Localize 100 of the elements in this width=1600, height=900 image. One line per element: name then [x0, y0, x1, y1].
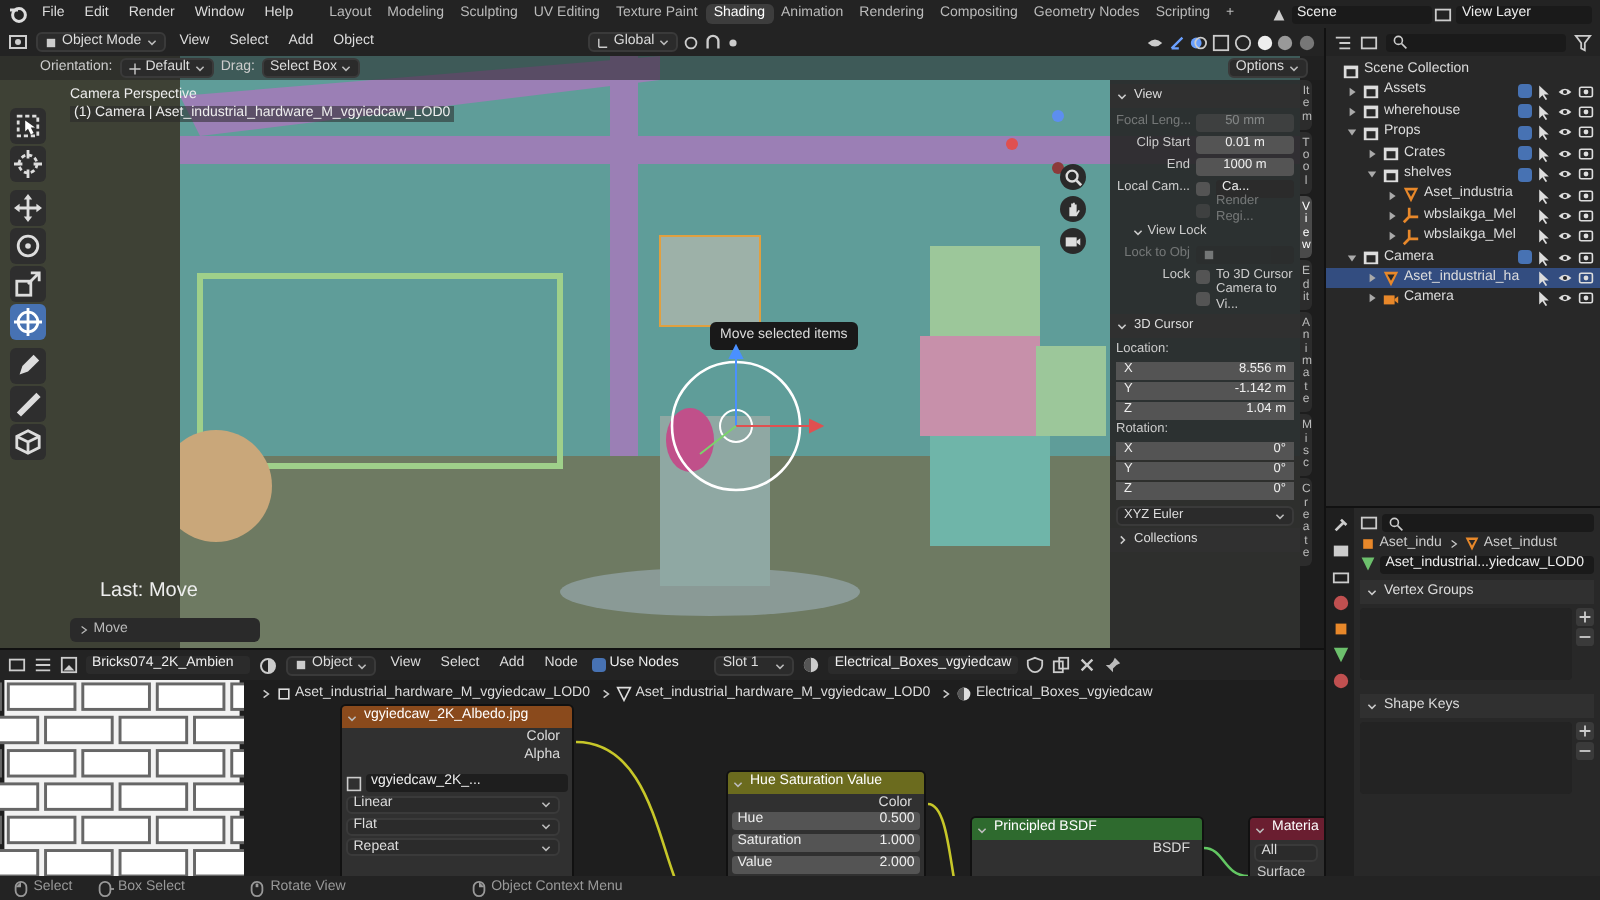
collection-icon	[1362, 248, 1380, 267]
image-icon[interactable]	[60, 656, 78, 674]
checkbox[interactable]	[1196, 291, 1210, 305]
eye-icon[interactable]	[1556, 124, 1574, 141]
expand-arrow-icon[interactable]	[1366, 147, 1378, 160]
duplicate-icon[interactable]	[1051, 656, 1070, 674]
close-icon[interactable]	[1077, 656, 1096, 674]
world-icon-tab[interactable]	[1331, 594, 1349, 612]
tool-button[interactable]	[10, 424, 46, 460]
camera-icon[interactable]	[1578, 166, 1594, 183]
tool-button[interactable]	[10, 348, 46, 384]
editor-type-icon[interactable]	[1360, 514, 1378, 532]
overlays-icon[interactable]	[1188, 33, 1209, 51]
camera-icon[interactable]	[1578, 124, 1594, 141]
expand-arrow-icon[interactable]	[1366, 272, 1378, 285]
tool-button[interactable]	[10, 190, 46, 226]
proportional-edit-icon[interactable]	[724, 33, 743, 51]
eye-icon[interactable]	[1556, 83, 1574, 100]
tool-button[interactable]	[10, 146, 46, 182]
fake-user-icon[interactable]	[1025, 656, 1044, 674]
object-icon	[1202, 247, 1216, 261]
remove-icon[interactable]	[1576, 742, 1594, 761]
eye-icon[interactable]	[1556, 145, 1574, 162]
camera-icon[interactable]	[1060, 228, 1086, 254]
node-editor-icon[interactable]	[258, 655, 278, 675]
camera-icon[interactable]	[1578, 145, 1594, 162]
remove-icon[interactable]	[1576, 628, 1594, 647]
display-mode-icon[interactable]	[1360, 33, 1378, 51]
checkbox[interactable]	[1518, 146, 1532, 161]
expand-arrow-icon[interactable]	[1386, 189, 1398, 202]
tool-icon-tab[interactable]	[1331, 516, 1349, 534]
object-icon	[1360, 535, 1376, 552]
pivot-icon[interactable]	[681, 33, 700, 51]
xray-icon[interactable]	[1212, 33, 1230, 51]
filter-icon[interactable]	[1574, 33, 1592, 51]
zoom-icon[interactable]	[1060, 164, 1086, 190]
tool-button[interactable]	[10, 108, 46, 144]
checkbox[interactable]	[1518, 104, 1532, 119]
eye-icon[interactable]	[1556, 103, 1574, 120]
object-icon-tab[interactable]	[1331, 620, 1349, 638]
search-field[interactable]	[1386, 33, 1566, 51]
eye-icon[interactable]	[1556, 166, 1574, 183]
camera-icon[interactable]	[1578, 103, 1594, 120]
checkbox[interactable]	[1196, 181, 1210, 195]
mesh-data-icon-tab[interactable]	[1331, 646, 1349, 664]
hand-icon[interactable]	[1060, 196, 1086, 222]
expand-arrow-icon[interactable]	[1386, 209, 1398, 222]
tool-button[interactable]	[10, 304, 46, 340]
expand-arrow-icon[interactable]	[1366, 292, 1378, 305]
tool-button[interactable]	[10, 386, 46, 422]
editor-type-icon[interactable]	[8, 32, 28, 52]
render-icon-tab[interactable]	[1331, 542, 1349, 560]
add-icon[interactable]	[1576, 721, 1594, 740]
image-icon[interactable]	[345, 775, 362, 791]
collapse-arrow-icon[interactable]	[1346, 251, 1358, 264]
checkbox[interactable]	[1518, 167, 1532, 182]
cursor-tool-icon	[14, 150, 42, 178]
eye-icon[interactable]	[1556, 228, 1574, 245]
expand-arrow-icon[interactable]	[1346, 85, 1358, 98]
checkbox[interactable]	[1518, 84, 1532, 99]
camera-icon[interactable]	[1578, 270, 1594, 287]
expand-arrow-icon[interactable]	[1386, 230, 1398, 243]
expand-arrow-icon[interactable]	[1346, 105, 1358, 118]
mesh-icon	[1402, 186, 1420, 205]
checkbox[interactable]	[1518, 125, 1532, 140]
tool-button[interactable]	[10, 266, 46, 302]
add-icon[interactable]	[1576, 607, 1594, 626]
mesh-icon	[1382, 269, 1400, 288]
eye-icon[interactable]	[1556, 207, 1574, 224]
tool-button[interactable]	[10, 228, 46, 264]
collapse-arrow-icon[interactable]	[1366, 168, 1378, 181]
pin-icon[interactable]	[1103, 656, 1122, 674]
camera-icon[interactable]	[1578, 187, 1594, 204]
checkbox[interactable]	[1518, 250, 1532, 265]
scale-tool-icon	[14, 270, 42, 298]
editor-type-icon[interactable]	[8, 656, 26, 674]
mouse-icon	[12, 879, 30, 897]
collapse-arrow-icon[interactable]	[1346, 126, 1358, 139]
editor-type-icon[interactable]	[1334, 33, 1352, 51]
material-icon-tab[interactable]	[1331, 672, 1349, 690]
output-icon-tab[interactable]	[1331, 568, 1349, 586]
camera-icon[interactable]	[1578, 228, 1594, 245]
scene-icon[interactable]	[1269, 5, 1288, 23]
snap-icon[interactable]	[703, 33, 722, 51]
camera-icon[interactable]	[1578, 290, 1594, 307]
search-field[interactable]	[1381, 514, 1594, 532]
view-layer-icon[interactable]	[1434, 5, 1453, 23]
camera-icon[interactable]	[1578, 83, 1594, 100]
eye-icon[interactable]	[1556, 249, 1574, 266]
gizmo-icon[interactable]	[1167, 33, 1185, 51]
camera-icon[interactable]	[1578, 249, 1594, 266]
material-icon[interactable]	[802, 656, 821, 674]
eye-icon[interactable]	[1556, 187, 1574, 204]
eye-icon[interactable]	[1556, 290, 1574, 307]
app-logo-icon[interactable]	[8, 4, 28, 24]
checkbox[interactable]	[1196, 269, 1210, 283]
transform-tool-icon	[14, 308, 42, 336]
eye-icon[interactable]	[1556, 270, 1574, 287]
menu-icon[interactable]	[34, 656, 52, 674]
camera-icon[interactable]	[1578, 207, 1594, 224]
